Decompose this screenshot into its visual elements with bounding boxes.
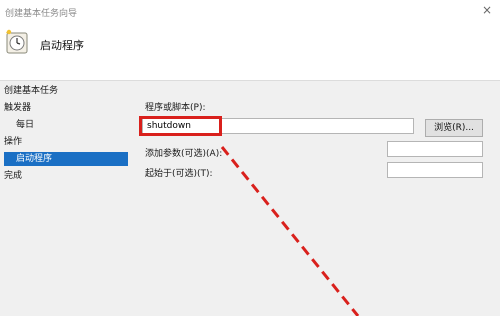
start-in-label: 起始于(可选)(T): xyxy=(145,169,213,179)
sidebar-item-start-program[interactable]: 启动程序 xyxy=(4,152,128,166)
highlight-annotation-box xyxy=(139,116,222,136)
task-scheduler-clock-icon xyxy=(6,29,28,54)
close-icon[interactable]: × xyxy=(482,3,492,17)
wizard-header: 启动程序 xyxy=(0,24,500,81)
sidebar-item-finish[interactable]: 完成 xyxy=(4,169,22,183)
window-titlebar: 创建基本任务向导 × xyxy=(0,0,500,24)
page-title: 启动程序 xyxy=(40,39,84,52)
arguments-label: 添加参数(可选)(A): xyxy=(145,149,223,159)
browse-button[interactable]: 浏览(R)... xyxy=(425,119,483,137)
start-in-input[interactable] xyxy=(387,162,483,178)
sidebar-item-trigger[interactable]: 触发器 xyxy=(4,101,31,115)
sidebar-item-action[interactable]: 操作 xyxy=(4,135,22,149)
program-label: 程序或脚本(P): xyxy=(145,103,206,113)
wizard-steps-sidebar: 创建基本任务 触发器 每日 操作 启动程序 完成 xyxy=(0,82,135,316)
window-title: 创建基本任务向导 xyxy=(5,9,78,19)
sidebar-item-daily[interactable]: 每日 xyxy=(16,118,34,132)
sidebar-item-create-basic-task[interactable]: 创建基本任务 xyxy=(4,84,58,98)
arguments-input[interactable] xyxy=(387,141,483,157)
